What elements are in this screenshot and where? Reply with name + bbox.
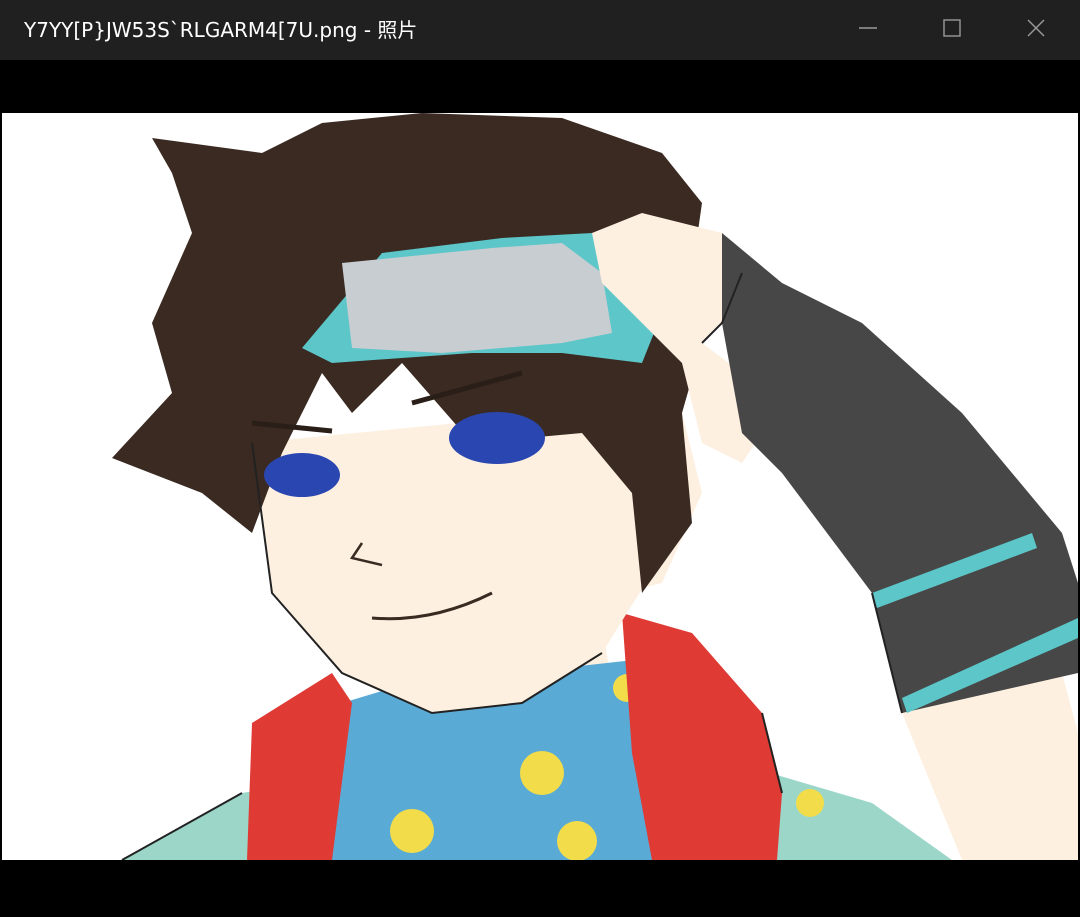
photos-app-window: Y7YY[P}JW53S`RLGARM4[7U.png - 照片 <box>0 0 1080 917</box>
maximize-icon <box>942 18 962 42</box>
title-bar[interactable]: Y7YY[P}JW53S`RLGARM4[7U.png - 照片 <box>0 0 1080 60</box>
close-button[interactable] <box>994 0 1078 60</box>
minimize-button[interactable] <box>826 0 910 60</box>
photo-image <box>112 113 1078 860</box>
close-icon <box>1026 18 1046 42</box>
minimize-icon <box>858 18 878 42</box>
right-eye <box>449 412 545 464</box>
headband-plate <box>342 243 612 353</box>
glove <box>722 233 1078 713</box>
left-eye <box>264 453 340 497</box>
maximize-button[interactable] <box>910 0 994 60</box>
scarf-right <box>622 613 782 860</box>
window-title: Y7YY[P}JW53S`RLGARM4[7U.png - 照片 <box>24 18 418 42</box>
photo-viewer[interactable] <box>2 113 1078 860</box>
letterbox-bottom <box>0 860 1080 917</box>
letterbox-top <box>0 60 1080 113</box>
